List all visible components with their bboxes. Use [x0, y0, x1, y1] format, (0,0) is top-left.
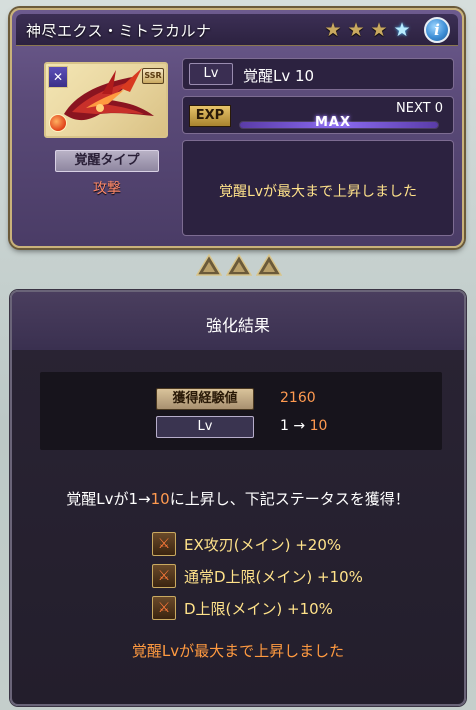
- result-title: 強化結果: [205, 316, 270, 335]
- triangle-arrow-icon: [255, 253, 283, 276]
- awakening-type-value: 攻撃: [93, 181, 121, 197]
- lv-to: 10: [309, 418, 328, 434]
- awakening-level: 覚醒Lv 10: [243, 67, 315, 85]
- item-name: 神尽エクス・ミトラカルナ: [26, 22, 212, 40]
- max-label: MAX: [315, 115, 352, 130]
- sword-buff-icon: ⚔: [152, 564, 176, 588]
- lv-tag: Lv: [189, 63, 233, 85]
- max-level-message: 覚醒Lvが最大まで上昇しました: [218, 184, 418, 200]
- arrow-row: [195, 253, 283, 276]
- bonus-item: ⚔ EX攻刃(メイン) +20%: [152, 532, 363, 556]
- info-icon[interactable]: i: [424, 17, 450, 43]
- footer-message: 覚醒Lvが最大まで上昇しました: [131, 642, 345, 660]
- gain-description: 覚醒Lvが1→10に上昇し、下記ステータスを獲得！: [12, 488, 464, 509]
- bonus-item: ⚔ D上限(メイン) +10%: [152, 596, 363, 620]
- ssr-badge: SSR: [142, 68, 164, 84]
- level-box: Lv 覚醒Lv 10: [182, 58, 454, 90]
- lv-arrow: →: [293, 418, 306, 434]
- bonus-label: D上限(メイン) +10%: [184, 599, 333, 618]
- bonus-list: ⚔ EX攻刃(メイン) +20% ⚔ 通常D上限(メイン) +10% ⚔ D上限…: [152, 532, 363, 628]
- gain-from: 1: [128, 490, 139, 508]
- gain-arrow: →: [138, 490, 151, 508]
- gain-to: 10: [150, 490, 170, 508]
- bonus-label: 通常D上限(メイン) +10%: [184, 567, 363, 586]
- message-box: 覚醒Lvが最大まで上昇しました: [182, 140, 454, 236]
- card-header: 神尽エクス・ミトラカルナ ★ ★ ★ ★ i: [16, 14, 458, 46]
- awakening-type-label: 覚醒タイプ: [55, 150, 159, 172]
- exp-box: EXP NEXT 0 MAX: [182, 96, 454, 134]
- sword-buff-icon: ⚔: [152, 532, 176, 556]
- bonus-item: ⚔ 通常D上限(メイン) +10%: [152, 564, 363, 588]
- item-card: 神尽エクス・ミトラカルナ ★ ★ ★ ★ i ✕ SSR 覚醒タイプ 攻撃 Lv…: [10, 8, 464, 248]
- star-icon: ★: [324, 19, 342, 41]
- fire-element-icon: [49, 114, 67, 132]
- lv-label: Lv: [156, 416, 254, 438]
- item-thumbnail[interactable]: ✕ SSR: [44, 62, 168, 138]
- next-exp: NEXT 0: [396, 101, 443, 116]
- lv-change: 1 → 10: [280, 418, 327, 434]
- stats-box: 獲得経験値 2160 Lv 1 → 10: [40, 372, 442, 450]
- result-panel: 強化結果 獲得経験値 2160 Lv 1 → 10 覚醒Lvが1→10に上昇し、…: [10, 290, 466, 706]
- star-icon: ★: [393, 19, 411, 41]
- star-icon: ★: [370, 19, 388, 41]
- triangle-arrow-icon: [225, 253, 253, 276]
- sword-buff-icon: ⚔: [152, 596, 176, 620]
- star-icon: ★: [347, 19, 365, 41]
- lv-from: 1: [280, 418, 289, 434]
- rarity-stars: ★ ★ ★ ★: [323, 20, 412, 40]
- triangle-arrow-icon: [195, 253, 223, 276]
- gain-suffix: に上昇し、下記ステータスを獲得！: [169, 490, 410, 508]
- exp-tag: EXP: [189, 105, 231, 127]
- exp-gained-label: 獲得経験値: [156, 388, 254, 410]
- exp-gained-value: 2160: [280, 390, 316, 406]
- weapon-type-icon: ✕: [48, 66, 68, 88]
- bonus-label: EX攻刃(メイン) +20%: [184, 535, 342, 554]
- gain-prefix: 覚醒Lvが: [66, 490, 129, 508]
- result-header: 強化結果: [12, 292, 464, 350]
